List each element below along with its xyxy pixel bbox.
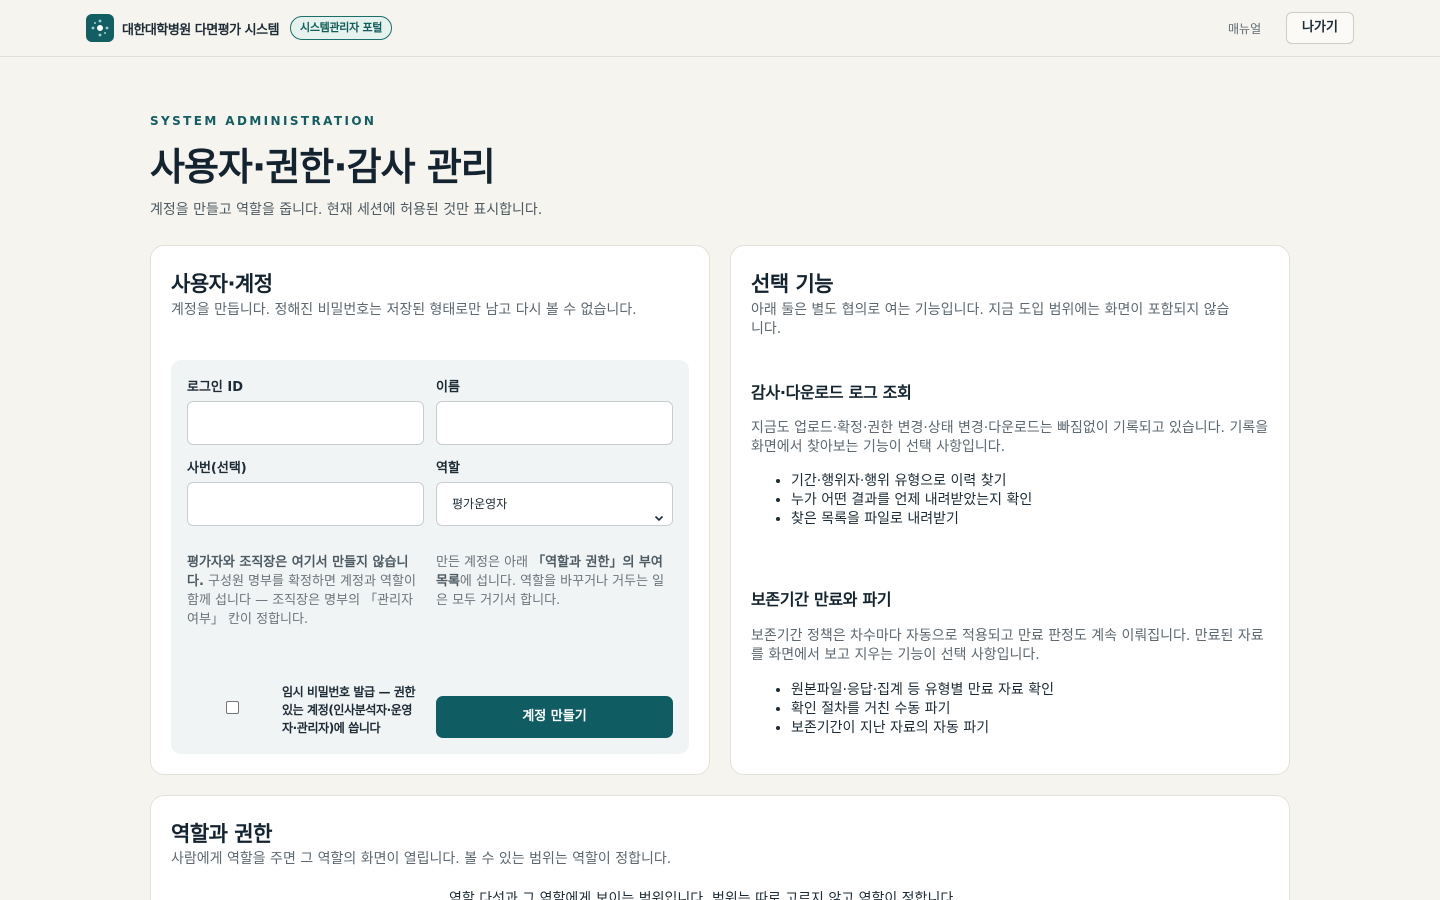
audit-log-heading: 감사·다운로드 로그 조회 bbox=[751, 383, 912, 402]
note-right: 만든 계정은 아래 「역할과 권한」의 부여 목록에 섭니다. 역할을 바꾸거나… bbox=[436, 553, 673, 610]
exit-button[interactable]: 나가기 bbox=[1286, 12, 1354, 44]
roles-card-description: 사람에게 역할을 주면 그 역할의 화면이 열립니다. 볼 수 있는 범위는 역… bbox=[171, 851, 672, 867]
roles-card: 역할과 권한 사람에게 역할을 주면 그 역할의 화면이 열립니다. 볼 수 있… bbox=[150, 795, 1290, 900]
temp-password-checkbox[interactable] bbox=[226, 701, 239, 714]
top-bar: 대한대학병원 다면평가 시스템 시스템관리자 포털 매뉴얼 나가기 bbox=[0, 0, 1440, 57]
page-title: 사용자·권한·감사 관리 bbox=[150, 145, 496, 189]
manual-link[interactable]: 매뉴얼 bbox=[1228, 20, 1261, 37]
role-select-value: 평가운영자 bbox=[452, 497, 508, 511]
note-left-text: 구성원 명부를 확정하면 계정과 역할이 함께 섭니다 — 조직장은 명부의 「… bbox=[187, 574, 416, 627]
login-id-input[interactable] bbox=[187, 401, 424, 445]
list-item: 찾은 목록을 파일로 내려받기 bbox=[791, 510, 1032, 529]
list-item: 확인 절차를 거친 수동 파기 bbox=[791, 700, 1054, 719]
page-subtitle: 계정을 만들고 역할을 줍니다. 현재 세션에 허용된 것만 표시합니다. bbox=[150, 202, 543, 218]
employee-no-label: 사번(선택) bbox=[187, 461, 247, 476]
list-item: 기간·행위자·행위 유형으로 이력 찾기 bbox=[791, 472, 1032, 491]
roles-scope-intro: 역할 다섯과 그 역할에게 보이는 범위입니다. 범위는 따로 고르지 않고 역… bbox=[449, 891, 958, 900]
optional-card-title: 선택 기능 bbox=[751, 272, 834, 296]
retention-heading: 보존기간 만료와 파기 bbox=[751, 590, 892, 609]
accounts-card-title: 사용자·계정 bbox=[171, 272, 273, 296]
login-id-label: 로그인 ID bbox=[187, 380, 244, 395]
name-input[interactable] bbox=[436, 401, 673, 445]
optional-card-description: 아래 둘은 별도 협의로 여는 기능입니다. 지금 도입 범위에는 화면이 포함… bbox=[751, 302, 1230, 337]
list-item: 원본파일·응답·집계 등 유형별 만료 자료 확인 bbox=[791, 681, 1054, 700]
optional-features-card: 선택 기능 아래 둘은 별도 협의로 여는 기능입니다. 지금 도입 범위에는 … bbox=[730, 245, 1290, 775]
retention-text: 보존기간 정책은 차수마다 자동으로 적용되고 만료 판정도 계속 이뤄집니다.… bbox=[751, 628, 1264, 663]
role-select[interactable]: 평가운영자 bbox=[436, 482, 673, 526]
roles-card-title: 역할과 권한 bbox=[171, 822, 272, 846]
employee-no-input[interactable] bbox=[187, 482, 424, 526]
retention-list: 원본파일·응답·집계 등 유형별 만료 자료 확인 확인 절차를 거친 수동 파… bbox=[771, 681, 1054, 738]
audit-log-text: 지금도 업로드·확정·권한 변경·상태 변경·다운로드는 빠짐없이 기록되고 있… bbox=[751, 420, 1269, 455]
note-right-pre: 만든 계정은 아래 bbox=[436, 555, 533, 570]
app-title: 대한대학병원 다면평가 시스템 bbox=[122, 23, 280, 38]
role-label: 역할 bbox=[436, 461, 460, 476]
note-right-post: 에 섭니다. 역할을 바꾸거나 거두는 일은 모두 거기서 합니다. bbox=[436, 574, 665, 608]
create-account-button[interactable]: 계정 만들기 bbox=[436, 696, 673, 738]
chevron-down-icon bbox=[654, 498, 664, 540]
accounts-card: 사용자·계정 계정을 만듭니다. 정해진 비밀번호는 저장된 형태로만 남고 다… bbox=[150, 245, 710, 775]
temp-password-label: 임시 비밀번호 발급 — 권한 있는 계정(인사분석자·운영자·관리자)에 씁니… bbox=[282, 685, 416, 735]
list-item: 보존기간이 지난 자료의 자동 파기 bbox=[791, 719, 1054, 738]
app-logo-icon bbox=[86, 14, 114, 42]
list-item: 누가 어떤 결과를 언제 내려받았는지 확인 bbox=[791, 491, 1032, 510]
audit-log-list: 기간·행위자·행위 유형으로 이력 찾기 누가 어떤 결과를 언제 내려받았는지… bbox=[771, 472, 1032, 529]
account-form: 로그인 ID 이름 사번(선택) 역할 평가운영자 평가자와 조직장은 여기서 … bbox=[171, 360, 689, 754]
accounts-card-description: 계정을 만듭니다. 정해진 비밀번호는 저장된 형태로만 남고 다시 볼 수 없… bbox=[171, 302, 637, 318]
note-left: 평가자와 조직장은 여기서 만들지 않습니다. 구성원 명부를 확정하면 계정과… bbox=[187, 553, 417, 629]
page-eyebrow: SYSTEM ADMINISTRATION bbox=[150, 114, 377, 128]
portal-badge: 시스템관리자 포털 bbox=[290, 16, 393, 40]
name-label: 이름 bbox=[436, 380, 460, 395]
